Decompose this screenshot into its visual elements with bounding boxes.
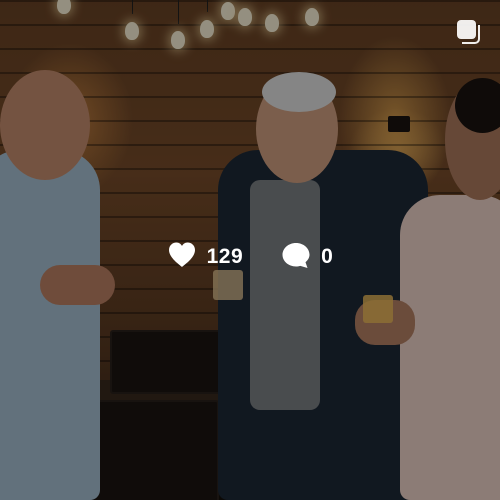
heart-icon — [167, 241, 197, 273]
likes-count: 129 — [206, 245, 244, 268]
comments-stat[interactable]: 0 — [281, 241, 333, 274]
likes-stat[interactable]: 129 — [167, 241, 244, 273]
multiple-posts-icon — [456, 19, 482, 45]
comments-count: 0 — [321, 245, 334, 268]
post-stats: 129 0 — [0, 239, 500, 275]
comment-bubble-icon — [281, 241, 311, 274]
instagram-post-tile[interactable]: 129 0 — [0, 0, 500, 500]
